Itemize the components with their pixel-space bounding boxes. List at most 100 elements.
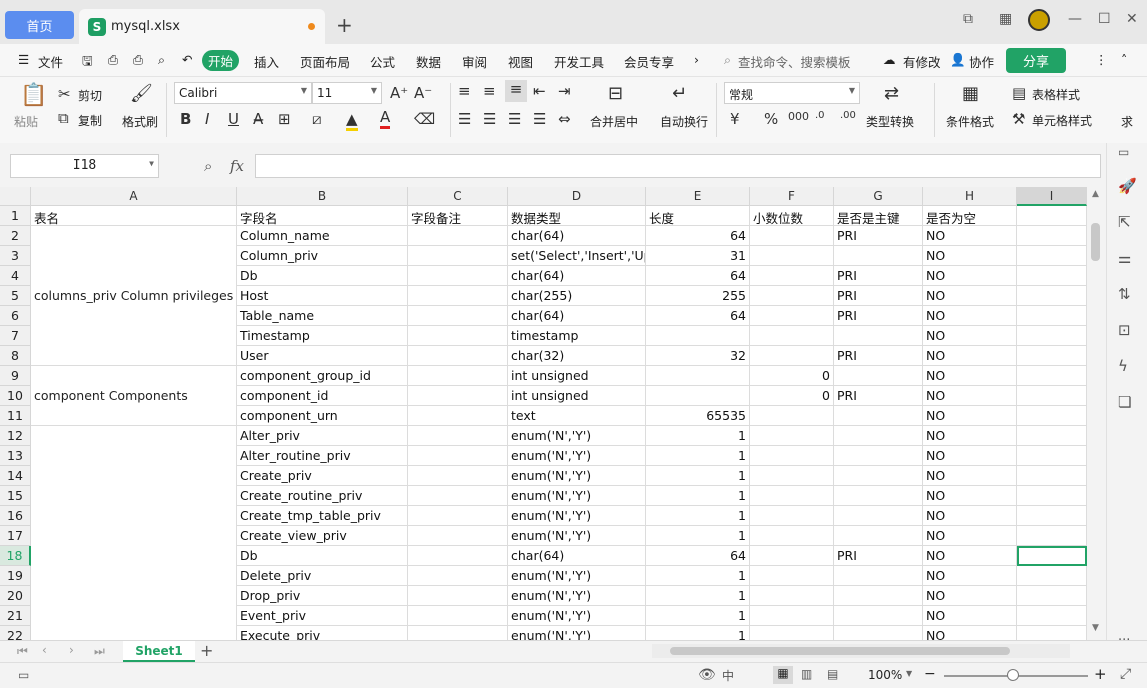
cell-f[interactable]: 0 xyxy=(750,386,834,406)
cell-e[interactable] xyxy=(646,366,750,386)
next-sheet-icon[interactable]: › xyxy=(69,643,74,657)
cell-e[interactable]: 1 xyxy=(646,626,750,640)
conditional-format-icon[interactable]: ▦ xyxy=(962,83,979,104)
cell-b[interactable]: Execute_priv xyxy=(237,626,408,640)
fill-color-icon[interactable]: ▲ xyxy=(346,110,358,131)
export-pdf-icon[interactable]: ⎙ xyxy=(108,52,118,68)
menu-insert[interactable]: 插入 xyxy=(254,52,279,71)
table-style-icon[interactable]: ▤ xyxy=(1012,84,1026,102)
header-cell[interactable]: 表名 xyxy=(31,206,237,226)
wrap-text-icon[interactable]: ↵ xyxy=(672,83,687,104)
cell-e[interactable]: 1 xyxy=(646,446,750,466)
cell-d[interactable]: enum('N','Y') xyxy=(508,606,646,626)
font-color-icon[interactable]: A xyxy=(380,108,391,129)
column-header-i[interactable]: I xyxy=(1017,187,1087,206)
cell-c[interactable] xyxy=(408,286,508,306)
cell-e[interactable]: 31 xyxy=(646,246,750,266)
cell-b[interactable]: Alter_priv xyxy=(237,426,408,446)
cell-f[interactable] xyxy=(750,546,834,566)
cell-i[interactable] xyxy=(1017,366,1087,386)
cell-f[interactable] xyxy=(750,526,834,546)
currency-icon[interactable]: ¥ xyxy=(730,110,740,128)
align-bottom-icon[interactable]: ≡ xyxy=(505,80,527,102)
h-scroll-thumb[interactable] xyxy=(670,647,1010,655)
input-method-icon[interactable]: 中 xyxy=(722,667,734,684)
cell-e[interactable]: 64 xyxy=(646,306,750,326)
row-header[interactable]: 20 xyxy=(0,586,31,606)
row-header[interactable]: 14 xyxy=(0,466,31,486)
merged-table-name-cell[interactable]: component Components xyxy=(31,366,237,426)
cell-f[interactable] xyxy=(750,326,834,346)
cell-f[interactable] xyxy=(750,286,834,306)
conditional-format-button[interactable]: 条件格式 xyxy=(946,113,994,130)
cell-g[interactable] xyxy=(834,326,923,346)
cell-i[interactable] xyxy=(1017,466,1087,486)
tab-home[interactable]: 首页 xyxy=(5,11,74,39)
cell-g[interactable] xyxy=(834,506,923,526)
cell-c[interactable] xyxy=(408,406,508,426)
undo-icon[interactable]: ↶ xyxy=(182,52,192,67)
font-family-select[interactable]: Calibri ▼ xyxy=(174,82,312,104)
cell-d[interactable]: enum('N','Y') xyxy=(508,626,646,640)
zoom-dropdown-icon[interactable]: ▼ xyxy=(906,669,912,678)
cell-d[interactable]: char(64) xyxy=(508,306,646,326)
hamburger-icon[interactable]: ☰ xyxy=(18,52,29,67)
cell-h[interactable]: NO xyxy=(923,306,1017,326)
copy-icon[interactable]: ⧉ xyxy=(58,109,69,127)
zoom-level[interactable]: 100% xyxy=(868,668,902,682)
column-header-g[interactable]: G xyxy=(834,187,923,206)
cell-c[interactable] xyxy=(408,626,508,640)
cell-e[interactable]: 1 xyxy=(646,566,750,586)
cell-f[interactable] xyxy=(750,266,834,286)
cell-c[interactable] xyxy=(408,246,508,266)
collapse-panel-icon[interactable]: ▭ xyxy=(1118,145,1129,159)
percent-icon[interactable]: % xyxy=(764,110,778,128)
more-options-icon[interactable]: ⋮ xyxy=(1095,52,1108,67)
distribute-icon[interactable]: ⇔ xyxy=(558,110,571,128)
new-tab-button[interactable]: + xyxy=(336,13,353,37)
column-header-d[interactable]: D xyxy=(508,187,646,206)
cell-g[interactable] xyxy=(834,606,923,626)
cell-c[interactable] xyxy=(408,266,508,286)
page-layout-view-icon[interactable]: ▥ xyxy=(801,667,812,681)
cell-g[interactable]: PRI xyxy=(834,346,923,366)
cell-h[interactable]: NO xyxy=(923,266,1017,286)
border-icon[interactable]: ⊞ xyxy=(278,110,291,128)
cell-f[interactable] xyxy=(750,306,834,326)
cell-h[interactable]: NO xyxy=(923,386,1017,406)
increase-decimal-icon[interactable]: .0 xyxy=(815,110,825,121)
cell-e[interactable]: 64 xyxy=(646,266,750,286)
bold-icon[interactable]: B xyxy=(180,110,191,128)
column-header-c[interactable]: C xyxy=(408,187,508,206)
cell-d[interactable]: enum('N','Y') xyxy=(508,426,646,446)
zoom-in-icon[interactable]: + xyxy=(1094,665,1107,683)
type-convert-icon[interactable]: ⇄ xyxy=(884,83,899,104)
cell-g[interactable]: PRI xyxy=(834,546,923,566)
cell-e[interactable]: 1 xyxy=(646,526,750,546)
cell-h[interactable]: NO xyxy=(923,366,1017,386)
cell-i[interactable] xyxy=(1017,326,1087,346)
column-header-f[interactable]: F xyxy=(750,187,834,206)
column-header-b[interactable]: B xyxy=(237,187,408,206)
avatar[interactable] xyxy=(1028,9,1050,31)
command-search[interactable]: 查找命令、搜索模板 xyxy=(738,52,851,71)
share-button[interactable]: 分享 xyxy=(1006,48,1066,73)
cell-h[interactable]: NO xyxy=(923,246,1017,266)
select-cursor-icon[interactable]: ⇱ xyxy=(1118,213,1131,231)
cell-f[interactable] xyxy=(750,246,834,266)
cell-i[interactable] xyxy=(1017,386,1087,406)
merge-center-icon[interactable]: ⊟ xyxy=(608,83,623,104)
row-header[interactable]: 11 xyxy=(0,406,31,426)
cell[interactable] xyxy=(1017,206,1087,226)
close-icon[interactable]: ✕ xyxy=(1126,11,1138,27)
cell-c[interactable] xyxy=(408,446,508,466)
row-header[interactable]: 12 xyxy=(0,426,31,446)
merge-center-button[interactable]: 合并居中 xyxy=(590,113,638,130)
cell-f[interactable] xyxy=(750,606,834,626)
wrap-text-button[interactable]: 自动换行 xyxy=(660,113,708,130)
menu-file[interactable]: 文件 xyxy=(38,52,63,71)
sum-button[interactable]: 求 xyxy=(1121,113,1133,130)
name-box[interactable]: I18 ▼ xyxy=(10,154,159,178)
cell-c[interactable] xyxy=(408,486,508,506)
menu-developer[interactable]: 开发工具 xyxy=(554,52,604,71)
